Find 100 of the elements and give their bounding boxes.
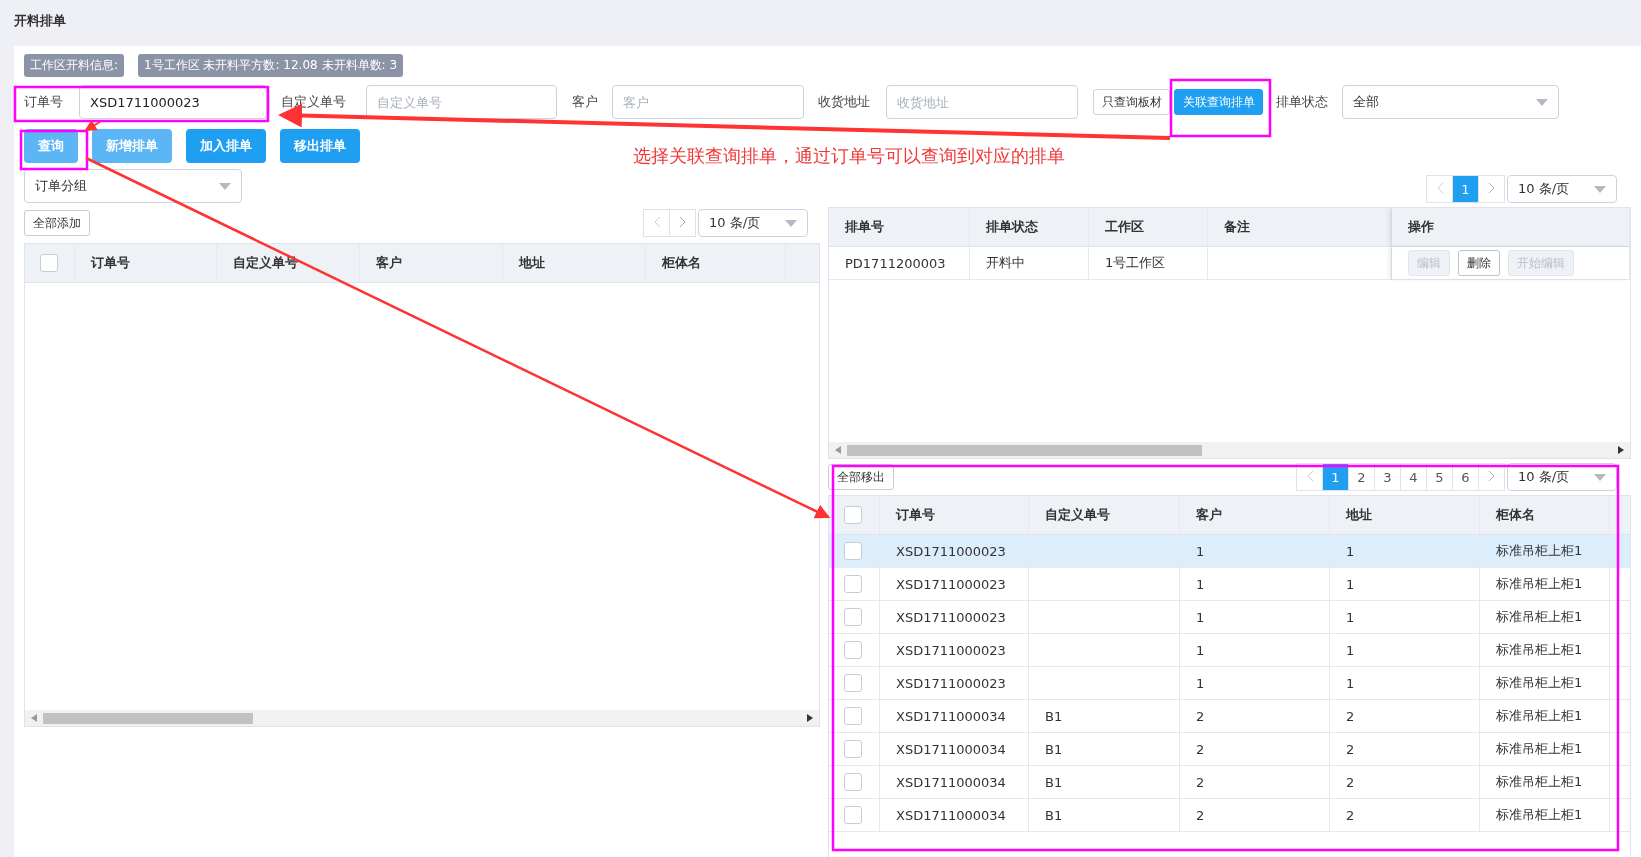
table-row[interactable]: XSD1711000034 B1 2 2 标准吊柜上柜1 [829,700,1630,733]
table-cell: B1 [1029,766,1180,798]
scroll-left-icon[interactable] [31,714,37,722]
table-row[interactable]: XSD1711000023 1 1 标准吊柜上柜1 [829,634,1630,667]
checkbox[interactable] [844,506,862,524]
table-cell: 1 [1180,535,1330,567]
table-cell: 2 [1330,733,1480,765]
table-cell: 1 [1330,634,1480,666]
table-cell: 1 [1330,667,1480,699]
checkbox[interactable] [844,641,862,659]
chevron-right-icon [1487,469,1496,482]
remove-all-button[interactable]: 全部移出 [828,464,894,490]
input-field[interactable]: 自定义单号 [366,85,557,119]
caret-icon [1594,473,1606,481]
table-row[interactable]: XSD1711000023 1 1 标准吊柜上柜1 [829,601,1630,634]
page-title: 开料排单 [13,12,67,30]
column-header: 自定义单号 [1029,496,1180,534]
checkbox[interactable] [40,254,58,272]
input-field[interactable]: 客户 [612,85,804,119]
table-cell: 标准吊柜上柜1 [1480,766,1610,798]
table-cell: 标准吊柜上柜1 [1480,700,1610,732]
table-cell: 1 [1330,568,1480,600]
column-header: 地址 [503,244,646,282]
column-header: 排单状态 [970,208,1089,246]
checkbox[interactable] [844,575,862,593]
status-select[interactable]: 全部 [1342,85,1559,119]
table-cell: 2 [1180,700,1330,732]
group-select[interactable]: 订单分组 [24,169,242,203]
table-cell: 2 [1330,766,1480,798]
column-header: 柜体名 [1480,496,1610,534]
add-all-button[interactable]: 全部添加 [24,210,90,236]
table-row[interactable]: XSD1711000023 1 1 标准吊柜上柜1 [829,535,1630,568]
checkbox[interactable] [844,740,862,758]
mode-toggle-button[interactable]: 只查询板材 [1093,89,1170,115]
table-cell: 1号工作区 [1089,247,1208,279]
info-tag: 工作区开料信息: [24,54,125,77]
column-header: 工作区 [1089,208,1208,246]
table-cell: XSD1711000034 [880,733,1029,765]
checkbox[interactable] [844,773,862,791]
table-row[interactable]: XSD1711000034 B1 2 2 标准吊柜上柜1 [829,799,1630,832]
highlight-frame [19,129,89,171]
scroll-right-icon[interactable] [1618,446,1624,454]
scroll-right-icon[interactable] [807,714,813,722]
checkbox[interactable] [844,608,862,626]
caret-icon [219,182,231,190]
table-cell: 2 [1330,799,1480,831]
table-cell: 标准吊柜上柜1 [1480,535,1610,567]
arrow [84,119,101,131]
chevron-left-icon [652,215,661,228]
table-cell: 2 [1180,799,1330,831]
table-cell: XSD1711000023 [880,535,1029,567]
horizontal-scrollbar[interactable] [829,442,1630,458]
page-size-select[interactable]: 10 条/页 [698,209,808,237]
next-page-button[interactable] [1478,175,1505,203]
annotation-text: 选择关联查询排单，通过订单号可以查询到对应的排单 [633,144,1065,168]
row-action-button[interactable]: 删除 [1458,250,1500,276]
page-size-select[interactable]: 10 条/页 [1507,175,1617,203]
horizontal-scrollbar[interactable] [25,710,819,726]
table-row[interactable]: XSD1711000023 1 1 标准吊柜上柜1 [829,667,1630,700]
checkbox[interactable] [844,707,862,725]
column-header: 客户 [1180,496,1330,534]
page-size-select[interactable]: 10 条/页 [1507,463,1617,491]
next-page-button[interactable] [1478,463,1505,491]
input-field[interactable]: XSD1711000023 [79,85,267,119]
table-cell: XSD1711000034 [880,700,1029,732]
table-row[interactable]: XSD1711000023 1 1 标准吊柜上柜1 [829,568,1630,601]
previous-page-button[interactable] [643,209,670,237]
table-cell: PD1711200003 [829,247,970,279]
caret-icon [1594,185,1606,193]
chevron-left-icon [1435,181,1444,194]
previous-page-button[interactable] [1426,175,1453,203]
column-header: 订单号 [880,496,1029,534]
table-cell: B1 [1029,799,1180,831]
table-cell: 标准吊柜上柜1 [1480,601,1610,633]
table-cell: 1 [1180,601,1330,633]
checkbox[interactable] [844,674,862,692]
caret-icon [785,219,797,227]
chevron-right-icon [678,215,687,228]
field-label: 收货地址 [818,93,871,111]
table-row[interactable]: XSD1711000034 B1 2 2 标准吊柜上柜1 [829,766,1630,799]
next-page-button[interactable] [669,209,696,237]
table-cell: XSD1711000034 [880,799,1029,831]
scroll-left-icon[interactable] [835,446,841,454]
chevron-left-icon [1305,469,1314,482]
table-cell: 1 [1330,601,1480,633]
table-cell: XSD1711000023 [880,568,1029,600]
input-field[interactable]: 收货地址 [886,85,1078,119]
table-cell: XSD1711000023 [880,601,1029,633]
checkbox[interactable] [844,806,862,824]
field-label: 客户 [572,93,599,111]
table-cell: XSD1711000034 [880,766,1029,798]
table-row[interactable]: XSD1711000034 B1 2 2 标准吊柜上柜1 [829,733,1630,766]
field-label: 订单号 [24,93,64,111]
table-cell: XSD1711000023 [880,667,1029,699]
column-header: 订单号 [75,244,217,282]
table-cell: 标准吊柜上柜1 [1480,799,1610,831]
table-cell: 标准吊柜上柜1 [1480,634,1610,666]
table-cell: 2 [1180,733,1330,765]
column-header: 柜体名 [646,244,786,282]
checkbox[interactable] [844,542,862,560]
